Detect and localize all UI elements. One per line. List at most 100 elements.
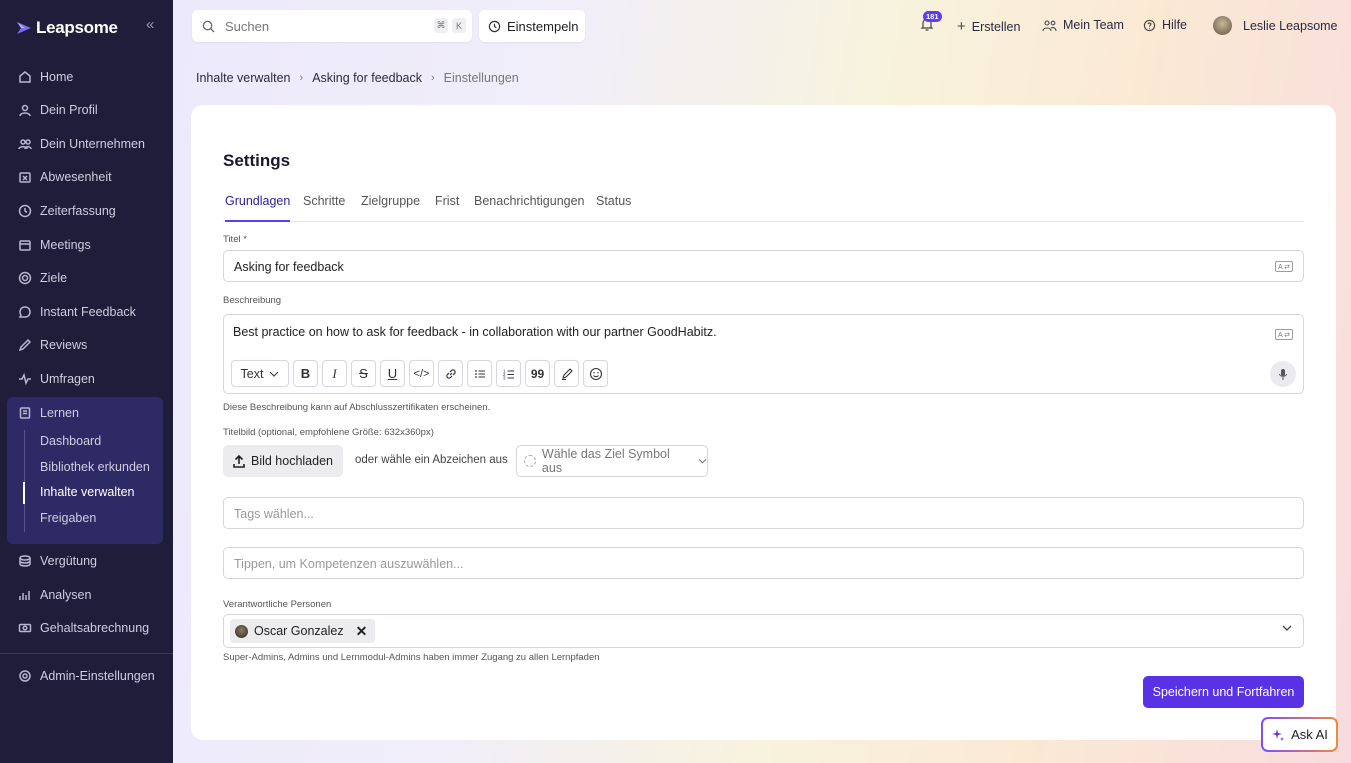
owners-field[interactable] [223, 614, 1304, 648]
user-menu[interactable]: Leslie Leapsome [1213, 16, 1338, 35]
symbol-select[interactable]: Wähle das Ziel Symbol aus [516, 445, 708, 477]
chevron-down-icon[interactable] [1281, 624, 1293, 632]
upload-label: Bild hochladen [250, 454, 333, 468]
calendar-x-icon [19, 172, 31, 183]
sidebar-subitem-dashboard[interactable]: Dashboard [40, 434, 101, 448]
title-value: Asking for feedback [234, 260, 344, 274]
banknote-icon [18, 623, 32, 633]
sidebar-subitem-manage-content[interactable]: Inhalte verwalten [40, 485, 135, 499]
title-label: Titel * [223, 234, 247, 245]
help-label: Hilfe [1162, 18, 1188, 32]
breadcrumb-item[interactable]: Asking for feedback [312, 71, 422, 85]
submenu-active-indicator [23, 482, 25, 504]
quote-icon[interactable]: 99 [525, 360, 550, 387]
emoji-icon[interactable] [583, 360, 608, 387]
sidebar-item-label: Admin-Einstellungen [40, 669, 155, 683]
pulse-icon [19, 372, 31, 386]
avatar [1213, 16, 1232, 35]
translate-icon[interactable]: A ⇄ [1275, 261, 1293, 272]
sidebar-item-compensation[interactable]: Vergütung [18, 551, 97, 571]
sidebar-item-label: Home [40, 70, 74, 84]
upload-icon [233, 454, 245, 468]
breadcrumb-item[interactable]: Inhalte verwalten [196, 71, 291, 85]
link-icon[interactable] [438, 360, 463, 387]
chevron-down-icon [270, 371, 279, 377]
highlight-icon[interactable] [554, 360, 579, 387]
owner-chip: Oscar Gonzalez ✕ [230, 619, 376, 643]
sidebar-item-learning[interactable]: Lernen [18, 403, 79, 423]
search-box[interactable]: ⌘ K [192, 10, 472, 42]
sidebar-item-label: Reviews [40, 338, 88, 352]
sidebar-item-label: Ziele [40, 271, 68, 285]
tab-deadline[interactable]: Frist [435, 194, 459, 222]
search-icon [202, 20, 215, 33]
cmd-key: ⌘ [434, 18, 448, 33]
code-icon[interactable]: </> [409, 360, 434, 387]
calendar-icon [19, 240, 31, 251]
help-button[interactable]: Hilfe [1143, 18, 1187, 32]
sidebar-subitem-approvals[interactable]: Freigaben [40, 511, 96, 525]
microphone-button[interactable] [1270, 361, 1296, 387]
sidebar-item-surveys[interactable]: Umfragen [18, 369, 95, 389]
remove-icon[interactable]: ✕ [356, 623, 368, 640]
gear-icon [19, 670, 31, 682]
sidebar-item-reviews[interactable]: Reviews [18, 335, 87, 355]
sidebar-item-home[interactable]: Home [18, 67, 73, 87]
symbol-placeholder: Wähle das Ziel Symbol aus [541, 447, 670, 475]
sparkle-icon [1272, 728, 1285, 741]
sidebar-item-profile[interactable]: Dein Profil [18, 100, 98, 120]
users-icon [18, 139, 32, 150]
pencil-icon [18, 338, 32, 352]
team-icon [1042, 19, 1057, 31]
description-label: Beschreibung [223, 295, 282, 306]
sidebar-item-admin-settings[interactable]: Admin-Einstellungen [18, 666, 155, 686]
underline-icon[interactable]: U [380, 360, 405, 387]
image-label: Titelbild (optional, empfohlene Größe: 6… [223, 427, 434, 438]
strikethrough-icon[interactable]: S [351, 360, 376, 387]
ask-ai-button[interactable]: Ask AI [1261, 717, 1338, 752]
sidebar-item-label: Analysen [40, 588, 92, 602]
create-button[interactable]: + Erstellen [957, 18, 1020, 35]
sidebar-item-analytics[interactable]: Analysen [18, 585, 91, 605]
translate-icon[interactable]: A ⇄ [1275, 329, 1293, 340]
avatar [235, 624, 248, 638]
sidebar-item-payroll[interactable]: Gehaltsabrechnung [18, 618, 149, 638]
notifications-badge: 181 [923, 11, 942, 22]
sidebar-item-goals[interactable]: Ziele [18, 268, 67, 288]
my-team-button[interactable]: Mein Team [1042, 18, 1124, 32]
sidebar-item-absence[interactable]: Abwesenheit [18, 167, 112, 187]
tab-basics[interactable]: Grundlagen [225, 194, 291, 222]
numbered-list-icon[interactable]: 123 [496, 360, 521, 387]
sidebar-item-meetings[interactable]: Meetings [18, 235, 91, 255]
sidebar-item-company[interactable]: Dein Unternehmen [18, 134, 145, 154]
text-style-select[interactable]: Text [231, 360, 289, 387]
bullet-list-icon[interactable] [467, 360, 492, 387]
tab-steps[interactable]: Schritte [303, 194, 345, 222]
or-badge-text: oder wähle ein Abzeichen aus [355, 454, 508, 466]
collapse-sidebar-icon[interactable]: « [146, 16, 154, 33]
competencies-field[interactable]: Tippen, um Kompetenzen auszuwählen... [223, 547, 1304, 579]
tab-audience[interactable]: Zielgruppe [361, 194, 420, 222]
sidebar-divider [0, 653, 173, 654]
sidebar-item-instant-feedback[interactable]: Instant Feedback [18, 302, 136, 322]
italic-icon[interactable]: I [322, 360, 347, 387]
sidebar-item-label: Umfragen [40, 372, 95, 386]
book-icon [19, 407, 31, 419]
sidebar-subitem-library[interactable]: Bibliothek erkunden [40, 460, 150, 474]
upload-image-button[interactable]: Bild hochladen [223, 445, 343, 477]
tab-notifications[interactable]: Benachrichtigungen [474, 194, 585, 222]
sidebar-item-time-tracking[interactable]: Zeiterfassung [18, 201, 116, 221]
plus-icon: + [957, 18, 966, 35]
sidebar: Leapsome « Home Dein Profil Dein Unterne… [0, 0, 173, 763]
search-input[interactable] [225, 18, 415, 34]
bold-icon[interactable]: B [293, 360, 318, 387]
save-and-continue-button[interactable]: Speichern und Fortfahren [1143, 676, 1304, 708]
tags-field[interactable]: Tags wählen... [223, 497, 1304, 529]
tab-status[interactable]: Status [596, 194, 631, 222]
clock-in-button[interactable]: Einstempeln [479, 10, 585, 42]
chevron-right-icon: › [299, 72, 304, 84]
brand-name: Leapsome [36, 18, 118, 37]
title-field[interactable]: Asking for feedback A ⇄ [223, 250, 1304, 282]
leapsome-logo[interactable]: Leapsome [16, 18, 118, 38]
ask-ai-label: Ask AI [1291, 727, 1328, 742]
